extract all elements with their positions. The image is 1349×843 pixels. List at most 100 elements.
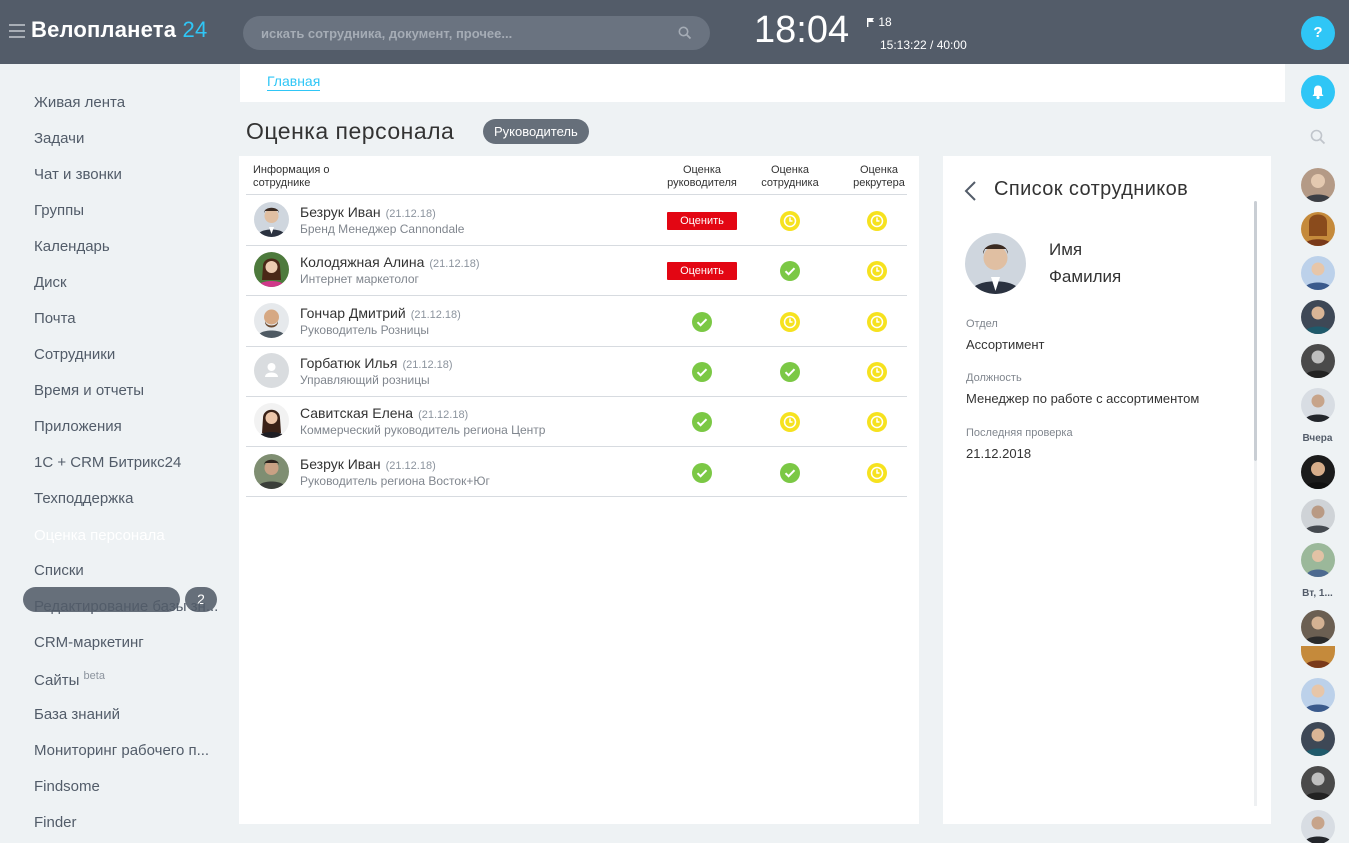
sidebar-item-monitoring[interactable]: Мониторинг рабочего п... [34, 742, 209, 759]
employee-avatar [254, 303, 289, 338]
role-badge[interactable]: Руководитель [483, 119, 589, 144]
contact-avatar[interactable] [1301, 300, 1335, 334]
sidebar-item-crm-marketing[interactable]: CRM-маркетинг [34, 634, 144, 651]
contact-avatar[interactable] [1301, 499, 1335, 533]
employee-avatar [254, 403, 289, 438]
department-label: Отдел [966, 318, 998, 330]
table-row[interactable]: Безрук Иван (21.12.18) Бренд Менеджер Can… [239, 195, 919, 245]
employee-avatar [254, 202, 289, 237]
employee-name[interactable]: Гончар Дмитрий (21.12.18) [300, 305, 461, 321]
employee-photo [965, 233, 1026, 294]
sidebar-item-lists[interactable]: Списки [34, 562, 84, 579]
last-check-label: Последняя проверка [966, 427, 1073, 439]
company-logo[interactable]: Велопланета 24 [31, 17, 207, 43]
last-check-value: 21.12.2018 [966, 446, 1032, 461]
rate-button[interactable]: Оценить [667, 212, 737, 230]
page-title: Оценка персонала [246, 118, 455, 144]
sidebar-item-live-feed[interactable]: Живая лента [34, 94, 125, 111]
sidebar-item-label: Сайты [34, 672, 80, 689]
contact-avatar[interactable] [1301, 810, 1335, 843]
table-row[interactable]: Колодяжная Алина (21.12.18) Интернет марк… [239, 245, 919, 295]
sidebar-item-1c-crm[interactable]: 1С + CRM Битрикс24 [34, 454, 181, 471]
sidebar-item-findsome[interactable]: Findsome [34, 778, 100, 795]
contact-avatar[interactable] [1301, 646, 1335, 668]
worktime-counter[interactable]: 15:13:22 / 40:00 [880, 38, 967, 52]
employee-position: Руководитель Розницы [300, 323, 429, 337]
column-header-manager: Оценка руководителя [667, 164, 737, 189]
search-input[interactable] [261, 16, 671, 50]
table-row[interactable]: Гончар Дмитрий (21.12.18) Руководитель Ро… [239, 296, 919, 346]
done-check-icon [692, 312, 712, 332]
table-row[interactable]: Горбатюк Илья (21.12.18) Управляющий розн… [239, 346, 919, 396]
done-check-icon [780, 463, 800, 483]
contact-avatar[interactable] [1301, 168, 1335, 202]
sidebar-item-groups[interactable]: Группы [34, 202, 84, 219]
scrollbar-thumb[interactable] [1254, 201, 1257, 461]
feed-date-label: Вт, 1... [1302, 588, 1333, 599]
assessment-table: Информация о сотруднике Оценка руководит… [239, 156, 919, 824]
flag-counter[interactable]: 18 [867, 15, 892, 29]
pending-clock-icon [867, 211, 887, 231]
sidebar-item-tasks[interactable]: Задачи [34, 130, 84, 147]
search-icon[interactable] [678, 26, 692, 40]
notifications-button[interactable] [1301, 75, 1335, 109]
sidebar-item-finder[interactable]: Finder [34, 814, 77, 831]
done-check-icon [692, 412, 712, 432]
employee-name[interactable]: Колодяжная Алина (21.12.18) [300, 254, 480, 270]
employee-name[interactable]: Безрук Иван (21.12.18) [300, 456, 436, 472]
contact-avatar[interactable] [1301, 766, 1335, 800]
sidebar-item-time-reports[interactable]: Время и отчеты [34, 382, 144, 399]
table-row[interactable]: Безрук Иван (21.12.18) Руководитель регио… [239, 447, 919, 497]
search-icon[interactable] [1310, 129, 1326, 145]
beta-label: beta [83, 670, 105, 682]
sidebar-item-calendar[interactable]: Календарь [34, 238, 110, 255]
employee-name[interactable]: Савитская Елена (21.12.18) [300, 405, 468, 421]
contact-avatar[interactable] [1301, 344, 1335, 378]
row-divider [246, 496, 907, 497]
contact-avatar[interactable] [1301, 543, 1335, 577]
contact-avatar[interactable] [1301, 610, 1335, 644]
sidebar-item-apps[interactable]: Приложения [34, 418, 122, 435]
contact-avatar[interactable] [1301, 388, 1335, 422]
department-value: Ассортимент [966, 337, 1045, 352]
sidebar-item-sites[interactable]: Сайты beta [34, 670, 105, 689]
employee-name[interactable]: Безрук Иван (21.12.18) [300, 204, 436, 220]
employee-position: Руководитель региона Восток+Юг [300, 474, 490, 488]
left-sidebar: Живая лента Задачи Чат и звонки Группы К… [0, 64, 239, 843]
sidebar-item-knowledge-base[interactable]: База знаний [34, 706, 120, 723]
top-header: Велопланета 24 18:04 18 15:13:22 / 40:00 [0, 0, 1286, 64]
contact-avatar[interactable] [1301, 212, 1335, 246]
employee-avatar [254, 454, 289, 489]
sidebar-item-disk[interactable]: Диск [34, 274, 67, 291]
sidebar-item-support[interactable]: Техподдержка [34, 490, 133, 507]
sidebar-item-staff-assessment[interactable]: Оценка персонала [34, 527, 165, 544]
pending-clock-icon [867, 312, 887, 332]
contact-avatar[interactable] [1301, 722, 1335, 756]
breadcrumb-home-link[interactable]: Главная [267, 73, 321, 91]
employee-position: Интернет маркетолог [300, 272, 419, 286]
contact-avatar[interactable] [1301, 256, 1335, 290]
feed-date-label: Вчера [1302, 433, 1333, 444]
search-box [243, 16, 710, 50]
employee-name[interactable]: Горбатюк Илья (21.12.18) [300, 355, 453, 371]
sidebar-item-kb-edit[interactable]: Редактирование базы зн... [34, 598, 218, 615]
menu-icon[interactable] [9, 24, 25, 38]
sidebar-item-mail[interactable]: Почта [34, 310, 76, 327]
employee-avatar [254, 353, 289, 388]
clock-time[interactable]: 18:04 [754, 9, 849, 52]
column-header-recruiter: Оценка рекрутера [853, 164, 905, 189]
help-button[interactable]: ? [1301, 16, 1335, 50]
employee-first-name: Имя [1049, 240, 1083, 259]
rate-button[interactable]: Оценить [667, 262, 737, 280]
sidebar-item-chat[interactable]: Чат и звонки [34, 166, 122, 183]
right-strip: ? Вчера Вт, 1... [1286, 0, 1349, 843]
done-check-icon [692, 463, 712, 483]
back-arrow-icon[interactable] [963, 180, 977, 202]
contact-avatar[interactable] [1301, 678, 1335, 712]
sidebar-item-employees[interactable]: Сотрудники [34, 346, 115, 363]
pending-clock-icon [867, 261, 887, 281]
pending-clock-icon [867, 463, 887, 483]
employee-position: Бренд Менеджер Cannondale [300, 222, 465, 236]
contact-avatar[interactable] [1301, 455, 1335, 489]
table-row[interactable]: Савитская Елена (21.12.18) Коммерческий р… [239, 396, 919, 446]
